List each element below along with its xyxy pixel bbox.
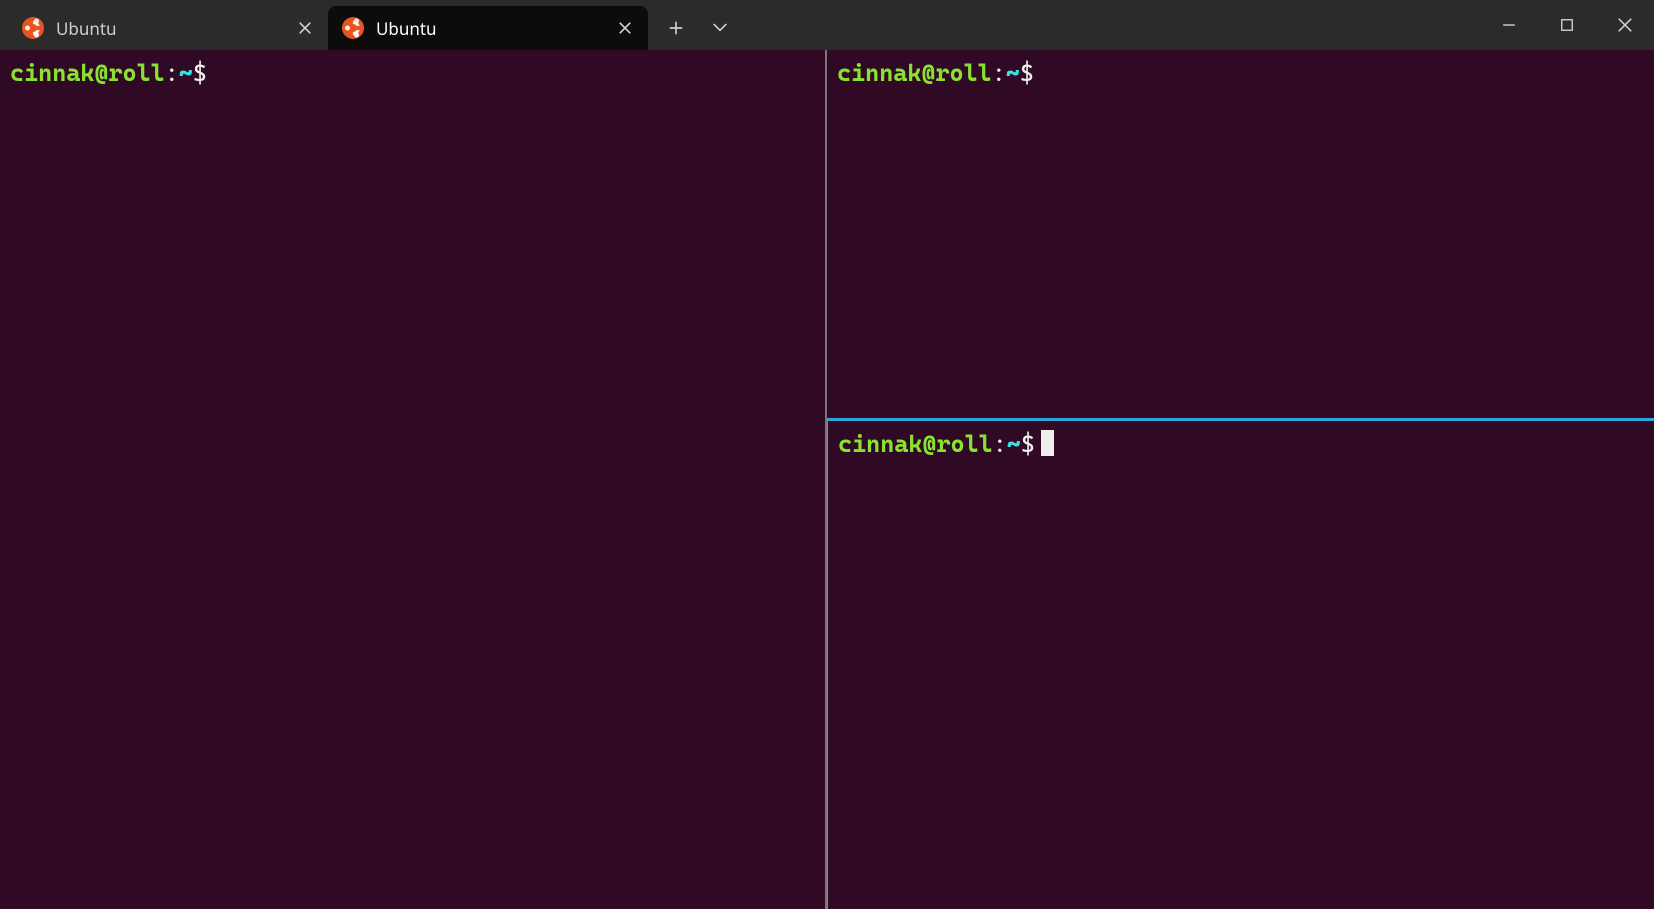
close-icon xyxy=(619,22,631,34)
window-controls xyxy=(1480,0,1654,50)
titlebar[interactable]: Ubuntu Ubuntu xyxy=(0,0,1654,50)
ubuntu-icon xyxy=(22,17,44,39)
close-window-button[interactable] xyxy=(1596,0,1654,50)
prompt-symbol: $ xyxy=(1020,59,1034,87)
maximize-button[interactable] xyxy=(1538,0,1596,50)
prompt: cinnak@roll:~$ xyxy=(837,58,1644,89)
prompt: cinnak@roll:~$ xyxy=(838,429,1644,460)
pane-left[interactable]: cinnak@roll:~$ xyxy=(0,50,827,909)
pane-right: cinnak@roll:~$ cinnak@roll:~$ xyxy=(827,50,1654,909)
plus-icon xyxy=(669,21,683,35)
maximize-icon xyxy=(1560,18,1574,32)
prompt-symbol: $ xyxy=(193,59,207,87)
ubuntu-icon xyxy=(342,17,364,39)
titlebar-drag-region[interactable] xyxy=(748,0,1480,50)
panes: cinnak@roll:~$ cinnak@roll:~$ cinnak@rol… xyxy=(0,50,1654,909)
prompt-user-host: cinnak@roll xyxy=(837,59,992,87)
terminal-window: Ubuntu Ubuntu xyxy=(0,0,1654,909)
tab-ubuntu-1[interactable]: Ubuntu xyxy=(8,6,328,50)
tab-dropdown-button[interactable] xyxy=(700,9,740,47)
tabs: Ubuntu Ubuntu xyxy=(0,0,648,50)
prompt-path: ~ xyxy=(1006,59,1020,87)
prompt-user-host: cinnak@roll xyxy=(10,59,165,87)
tab-actions xyxy=(648,6,748,50)
prompt-sep: : xyxy=(992,59,1006,87)
prompt-user-host: cinnak@roll xyxy=(838,430,993,458)
new-tab-button[interactable] xyxy=(656,9,696,47)
close-icon xyxy=(1618,18,1632,32)
prompt-sep: : xyxy=(165,59,179,87)
close-icon xyxy=(299,22,311,34)
prompt-sep: : xyxy=(993,430,1007,458)
prompt-symbol: $ xyxy=(1021,430,1035,458)
minimize-button[interactable] xyxy=(1480,0,1538,50)
pane-right-bottom-active[interactable]: cinnak@roll:~$ xyxy=(827,418,1654,909)
close-tab-button[interactable] xyxy=(294,17,316,39)
tab-label: Ubuntu xyxy=(56,17,282,40)
prompt-path: ~ xyxy=(179,59,193,87)
tab-label: Ubuntu xyxy=(376,17,602,40)
chevron-down-icon xyxy=(713,21,727,35)
close-tab-button[interactable] xyxy=(614,17,636,39)
cursor xyxy=(1041,430,1054,456)
prompt: cinnak@roll:~$ xyxy=(10,58,815,89)
pane-right-top[interactable]: cinnak@roll:~$ xyxy=(827,50,1654,418)
prompt-path: ~ xyxy=(1007,430,1021,458)
tab-ubuntu-2[interactable]: Ubuntu xyxy=(328,6,648,50)
minimize-icon xyxy=(1502,18,1516,32)
